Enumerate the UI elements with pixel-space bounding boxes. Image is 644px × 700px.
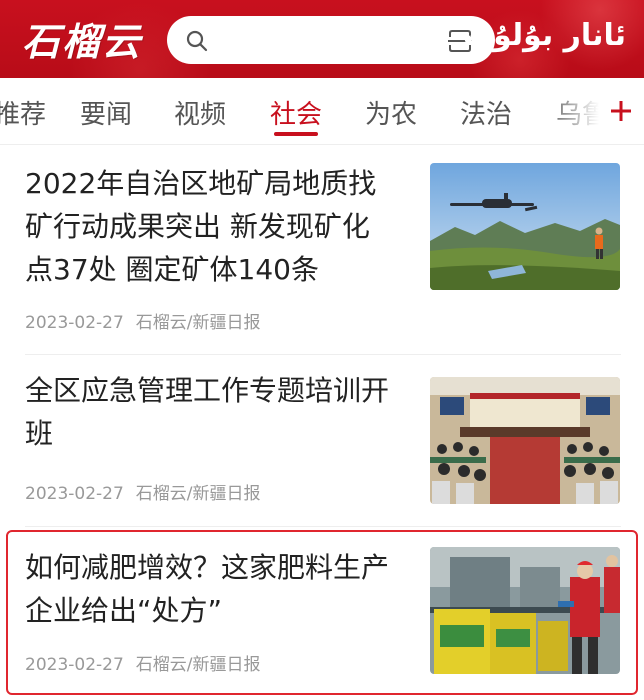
divider: [25, 526, 621, 527]
news-item[interactable]: 全区应急管理工作专题培训开班 2023-02-27 石榴云/新疆日报: [0, 355, 644, 525]
tab-recommend[interactable]: 推荐: [0, 94, 46, 131]
tab-law[interactable]: 法治: [460, 94, 512, 131]
news-date: 2023-02-27: [25, 313, 124, 333]
news-meta: 2023-02-27 石榴云/新疆日报: [25, 308, 261, 333]
search-bar[interactable]: [167, 16, 495, 64]
news-title[interactable]: 全区应急管理工作专题培训开班: [25, 369, 395, 455]
logo-text: 石榴云: [22, 18, 143, 64]
uyghur-title: ئانار بۇلۇت: [462, 18, 626, 53]
news-title[interactable]: 2022年自治区地矿局地质找矿行动成果突出 新发现矿化点37处 圈定矿体140条: [25, 162, 395, 291]
tab-agriculture[interactable]: 为农: [365, 94, 417, 131]
news-source: 石榴云/新疆日报: [135, 484, 261, 504]
app-header: 石榴云 ئانار بۇلۇت: [0, 0, 644, 78]
news-meta: 2023-02-27 石榴云/新疆日报: [25, 479, 261, 504]
news-item[interactable]: 2022年自治区地矿局地质找矿行动成果突出 新发现矿化点37处 圈定矿体140条…: [0, 148, 644, 353]
tab-video[interactable]: 视频: [174, 94, 226, 131]
tab-society[interactable]: 社会: [270, 94, 322, 131]
category-tabs: 推荐 要闻 视频 社会 为农 法治 乌鲁: [0, 78, 644, 145]
news-date: 2023-02-27: [25, 484, 124, 504]
selection-highlight: [6, 530, 638, 695]
drone-photo[interactable]: [430, 163, 620, 290]
add-channel-icon[interactable]: [608, 98, 634, 124]
conference-photo[interactable]: [430, 377, 620, 504]
news-source: 石榴云/新疆日报: [135, 313, 261, 333]
active-tab-indicator: [274, 132, 318, 136]
app-logo[interactable]: 石榴云: [22, 12, 142, 64]
search-icon[interactable]: [185, 29, 209, 53]
tab-headlines[interactable]: 要闻: [80, 94, 132, 131]
